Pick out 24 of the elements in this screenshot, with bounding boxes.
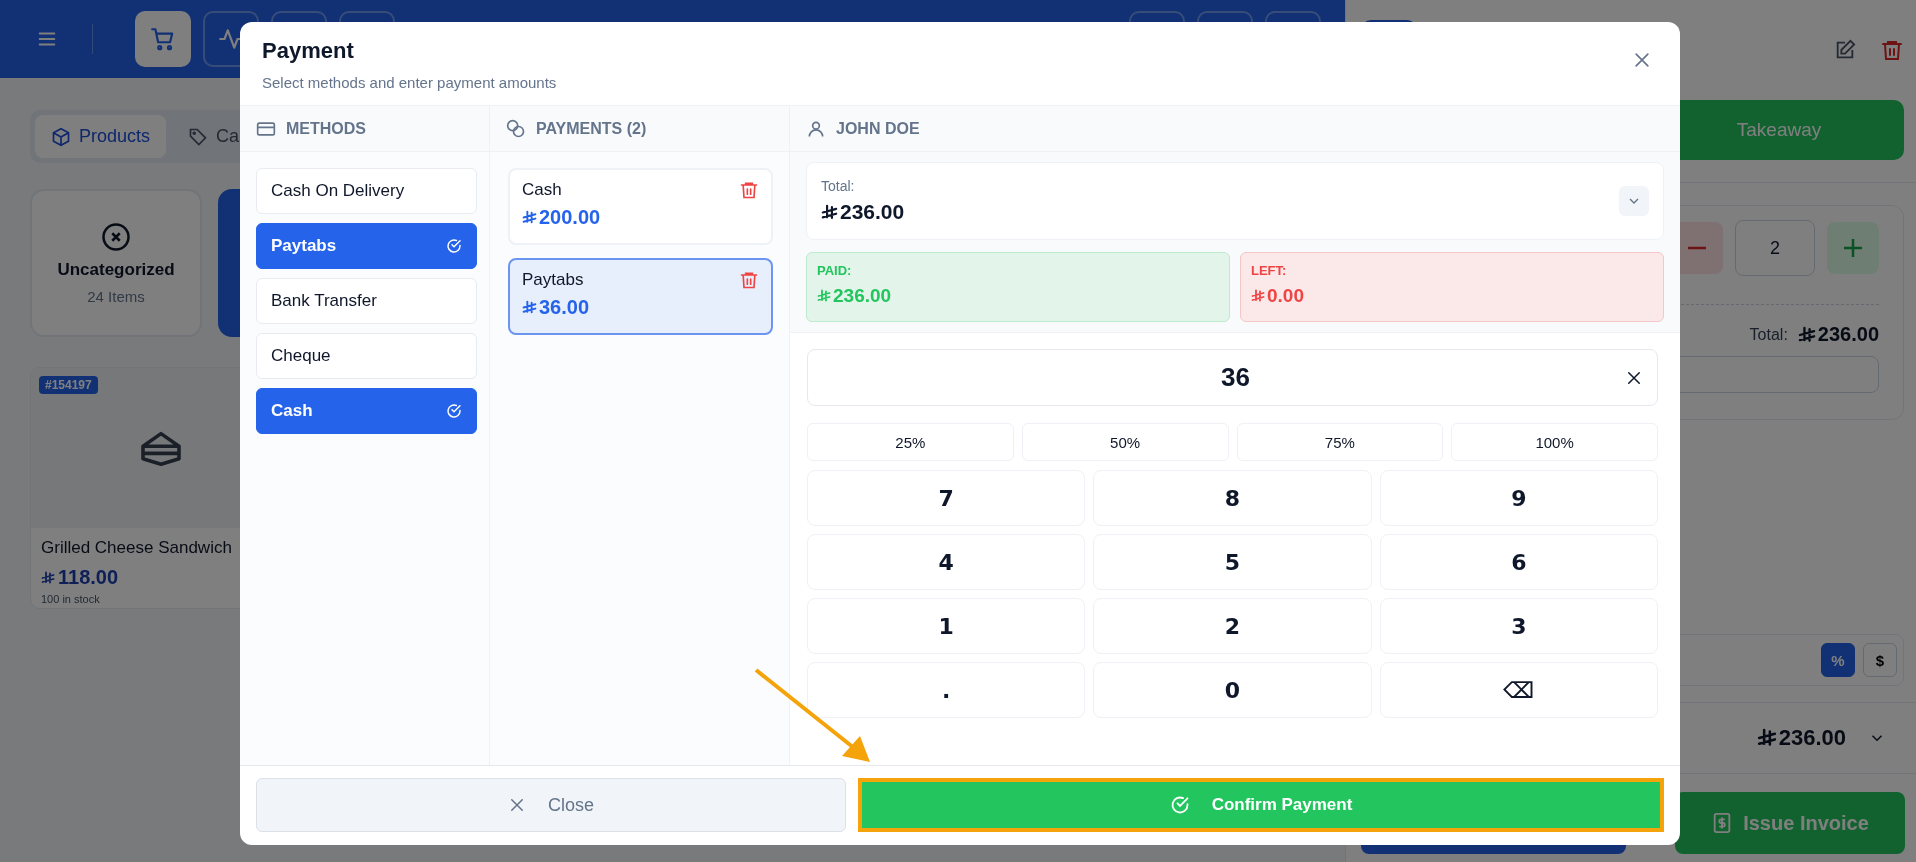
stock-label: 100 in stock xyxy=(41,593,101,605)
total-label: Total: xyxy=(1749,325,1788,344)
left-label: LEFT: xyxy=(1251,263,1288,278)
payment-method-name: Paytabs xyxy=(522,270,585,290)
payment-amount: 36.00 xyxy=(539,296,590,319)
grand-total: 236.00 xyxy=(1778,725,1846,751)
product-name: Grilled Cheese Sandwich xyxy=(41,538,233,558)
total-label: Total: xyxy=(821,178,856,194)
column-heading: PAYMENTS (2) xyxy=(536,119,647,138)
paid-label: PAID: xyxy=(817,263,853,278)
paid-amount: 236.00 xyxy=(833,285,892,307)
dialog-title: Payment xyxy=(262,38,355,64)
total-amount: 236.00 xyxy=(840,200,905,224)
total-amount: 236.00 xyxy=(1817,323,1879,346)
column-heading: METHODS xyxy=(286,119,366,138)
dialog-subtitle: Select methods and enter payment amounts xyxy=(262,74,557,91)
left-amount: 0.00 xyxy=(1267,285,1304,307)
product-id-badge: #154197 xyxy=(39,376,98,394)
payment-amount: 200.00 xyxy=(539,206,601,229)
customer-name: JOHN DOE xyxy=(836,119,920,138)
payment-method-name: Cash xyxy=(522,180,563,200)
product-price: 118.00 xyxy=(58,566,119,589)
item-count: 24 Items xyxy=(87,287,145,305)
category-name: Uncategorized xyxy=(57,259,175,280)
